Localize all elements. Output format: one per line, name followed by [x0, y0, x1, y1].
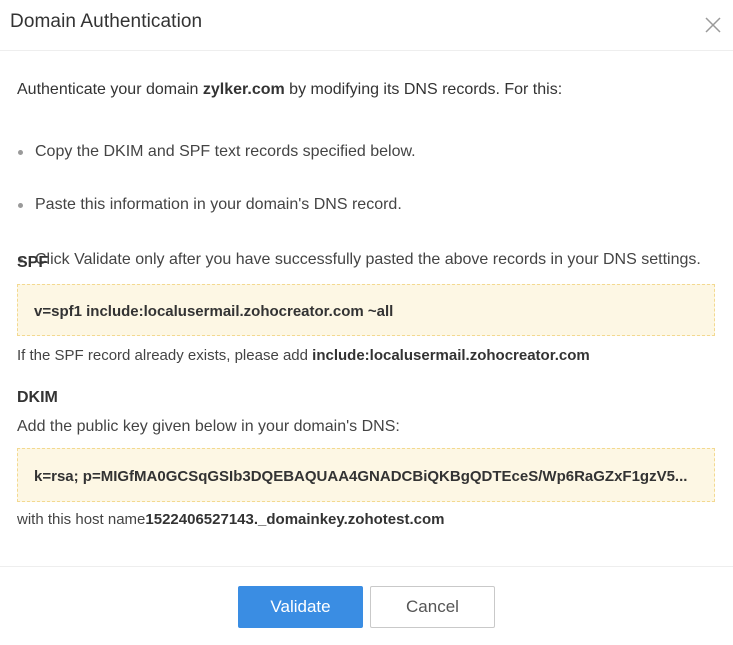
dkim-record-box[interactable]: k=rsa; p=MIGfMA0GCSqGSIb3DQEBAQUAA4GNADC…: [17, 448, 715, 502]
bullet-icon: [18, 150, 23, 155]
dkim-host-prefix: with this host name: [17, 511, 146, 528]
cancel-button[interactable]: Cancel: [370, 586, 495, 628]
validate-button[interactable]: Validate: [238, 586, 363, 628]
bullet-icon: [18, 202, 23, 208]
intro-prefix: Authenticate your domain: [17, 81, 203, 98]
list-item-text: Click Validate only after you have succe…: [35, 250, 701, 268]
spf-note-prefix: If the SPF record already exists, please…: [17, 347, 313, 364]
list-item: Click Validate only after you have succe…: [17, 250, 725, 271]
dkim-host-note: with this host name1522406527143._domain…: [17, 510, 444, 530]
intro-text: Authenticate your domain zylker.com by m…: [17, 80, 717, 102]
instruction-list: Copy the DKIM and SPF text records speci…: [17, 102, 717, 268]
footer-divider: [0, 566, 733, 567]
dkim-host-value: 1522406527143._domainkey.zohotest.com: [145, 511, 445, 528]
spf-note-value: include:localusermail.zohocreator.com: [312, 347, 590, 364]
dialog-title: Domain Authentication: [10, 11, 203, 32]
dialog-header: Domain Authentication: [0, 0, 733, 51]
list-item: Paste this information in your domain's …: [17, 195, 725, 216]
spf-heading: SPF: [17, 254, 49, 271]
domain-name: zylker.com: [202, 81, 285, 98]
list-item: Copy the DKIM and SPF text records speci…: [17, 142, 725, 163]
spf-record-box[interactable]: v=spf1 include:localusermail.zohocreator…: [17, 284, 715, 336]
close-icon[interactable]: [702, 14, 724, 36]
spf-record-text[interactable]: v=spf1 include:localusermail.zohocreator…: [34, 302, 698, 322]
intro-suffix: by modifying its DNS records. For this:: [284, 81, 563, 98]
dkim-record-text[interactable]: k=rsa; p=MIGfMA0GCSqGSIb3DQEBAQUAA4GNADC…: [34, 467, 698, 487]
dialog-body: Authenticate your domain zylker.com by m…: [17, 80, 717, 528]
list-item-text: Copy the DKIM and SPF text records speci…: [35, 143, 416, 160]
list-item-text: Paste this information in your domain's …: [35, 195, 402, 213]
spf-note: If the SPF record already exists, please…: [17, 346, 590, 366]
dkim-instruction: Add the public key given below in your d…: [17, 418, 400, 435]
dkim-heading: DKIM: [17, 389, 58, 406]
